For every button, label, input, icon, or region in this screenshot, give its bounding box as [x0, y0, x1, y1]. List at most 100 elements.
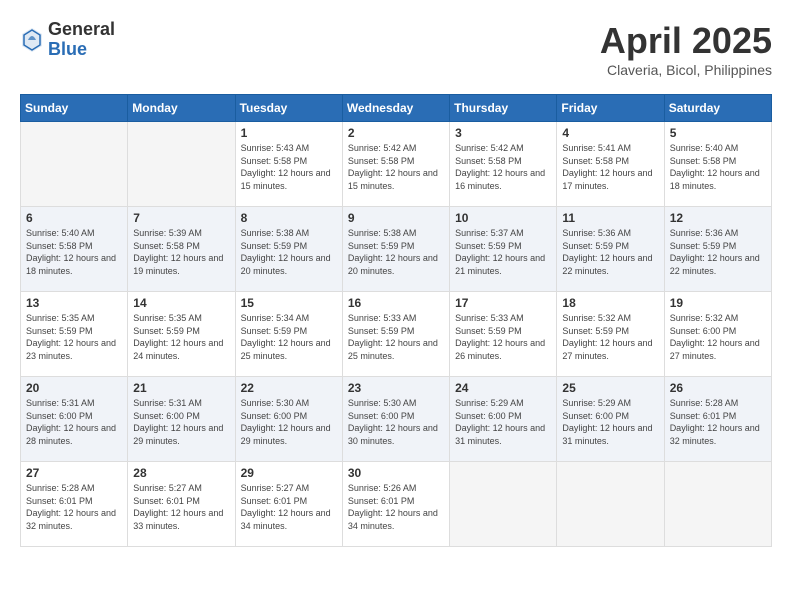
header: General Blue April 2025 Claveria, Bicol,… — [20, 20, 772, 78]
day-info: Sunrise: 5:28 AMSunset: 6:01 PMDaylight:… — [26, 482, 122, 532]
table-row: 7 Sunrise: 5:39 AMSunset: 5:58 PMDaylight… — [128, 207, 235, 292]
day-number: 17 — [455, 296, 551, 310]
day-info: Sunrise: 5:39 AMSunset: 5:58 PMDaylight:… — [133, 227, 229, 277]
day-number: 27 — [26, 466, 122, 480]
table-row: 25 Sunrise: 5:29 AMSunset: 6:00 PMDayligh… — [557, 377, 664, 462]
day-info: Sunrise: 5:27 AMSunset: 6:01 PMDaylight:… — [241, 482, 337, 532]
table-row: 6 Sunrise: 5:40 AMSunset: 5:58 PMDaylight… — [21, 207, 128, 292]
day-info: Sunrise: 5:42 AMSunset: 5:58 PMDaylight:… — [455, 142, 551, 192]
col-saturday: Saturday — [664, 95, 771, 122]
day-number: 16 — [348, 296, 444, 310]
day-number: 1 — [241, 126, 337, 140]
day-number: 28 — [133, 466, 229, 480]
table-row: 13Sunrise: 5:35 AMSunset: 5:59 PMDayligh… — [21, 292, 128, 377]
day-info: Sunrise: 5:26 AMSunset: 6:01 PMDaylight:… — [348, 482, 444, 532]
day-info: Sunrise: 5:36 AMSunset: 5:59 PMDaylight:… — [670, 227, 766, 277]
table-row — [128, 122, 235, 207]
day-number: 23 — [348, 381, 444, 395]
day-info: Sunrise: 5:38 AMSunset: 5:59 PMDaylight:… — [348, 227, 444, 277]
table-row: 24 Sunrise: 5:29 AMSunset: 6:00 PMDayligh… — [450, 377, 557, 462]
day-number: 2 — [348, 126, 444, 140]
calendar-row-1: 6 Sunrise: 5:40 AMSunset: 5:58 PMDaylight… — [21, 207, 772, 292]
day-info: Sunrise: 5:27 AMSunset: 6:01 PMDaylight:… — [133, 482, 229, 532]
day-number: 25 — [562, 381, 658, 395]
calendar-body: 1 Sunrise: 5:43 AMSunset: 5:58 PMDaylight… — [21, 122, 772, 547]
table-row: 28 Sunrise: 5:27 AMSunset: 6:01 PMDayligh… — [128, 462, 235, 547]
table-row: 29 Sunrise: 5:27 AMSunset: 6:01 PMDayligh… — [235, 462, 342, 547]
table-row: 30Sunrise: 5:26 AMSunset: 6:01 PMDayligh… — [342, 462, 449, 547]
day-info: Sunrise: 5:29 AMSunset: 6:00 PMDaylight:… — [455, 397, 551, 447]
col-monday: Monday — [128, 95, 235, 122]
table-row: 11Sunrise: 5:36 AMSunset: 5:59 PMDayligh… — [557, 207, 664, 292]
col-sunday: Sunday — [21, 95, 128, 122]
day-info: Sunrise: 5:33 AMSunset: 5:59 PMDaylight:… — [348, 312, 444, 362]
day-number: 24 — [455, 381, 551, 395]
day-number: 19 — [670, 296, 766, 310]
calendar-row-0: 1 Sunrise: 5:43 AMSunset: 5:58 PMDaylight… — [21, 122, 772, 207]
day-info: Sunrise: 5:36 AMSunset: 5:59 PMDaylight:… — [562, 227, 658, 277]
table-row: 26Sunrise: 5:28 AMSunset: 6:01 PMDayligh… — [664, 377, 771, 462]
day-number: 26 — [670, 381, 766, 395]
table-row: 15 Sunrise: 5:34 AMSunset: 5:59 PMDayligh… — [235, 292, 342, 377]
calendar-row-2: 13Sunrise: 5:35 AMSunset: 5:59 PMDayligh… — [21, 292, 772, 377]
day-info: Sunrise: 5:38 AMSunset: 5:59 PMDaylight:… — [241, 227, 337, 277]
logo-text: General Blue — [48, 20, 115, 60]
table-row: 4Sunrise: 5:41 AMSunset: 5:58 PMDaylight… — [557, 122, 664, 207]
day-info: Sunrise: 5:29 AMSunset: 6:00 PMDaylight:… — [562, 397, 658, 447]
day-number: 15 — [241, 296, 337, 310]
day-info: Sunrise: 5:40 AMSunset: 5:58 PMDaylight:… — [26, 227, 122, 277]
table-row — [450, 462, 557, 547]
day-number: 10 — [455, 211, 551, 225]
day-number: 3 — [455, 126, 551, 140]
table-row: 18 Sunrise: 5:32 AMSunset: 5:59 PMDayligh… — [557, 292, 664, 377]
day-number: 4 — [562, 126, 658, 140]
day-number: 18 — [562, 296, 658, 310]
day-info: Sunrise: 5:31 AMSunset: 6:00 PMDaylight:… — [26, 397, 122, 447]
day-info: Sunrise: 5:31 AMSunset: 6:00 PMDaylight:… — [133, 397, 229, 447]
logo-blue: Blue — [48, 40, 115, 60]
table-row: 21Sunrise: 5:31 AMSunset: 6:00 PMDayligh… — [128, 377, 235, 462]
table-row: 10 Sunrise: 5:37 AMSunset: 5:59 PMDayligh… — [450, 207, 557, 292]
day-number: 7 — [133, 211, 229, 225]
table-row: 19 Sunrise: 5:32 AMSunset: 6:00 PMDayligh… — [664, 292, 771, 377]
day-info: Sunrise: 5:43 AMSunset: 5:58 PMDaylight:… — [241, 142, 337, 192]
day-info: Sunrise: 5:32 AMSunset: 5:59 PMDaylight:… — [562, 312, 658, 362]
logo: General Blue — [20, 20, 115, 60]
logo-general: General — [48, 20, 115, 40]
day-number: 14 — [133, 296, 229, 310]
logo-icon — [20, 26, 44, 54]
table-row: 22 Sunrise: 5:30 AMSunset: 6:00 PMDayligh… — [235, 377, 342, 462]
month-year: April 2025 — [600, 20, 772, 62]
table-row: 5 Sunrise: 5:40 AMSunset: 5:58 PMDaylight… — [664, 122, 771, 207]
table-row: 12 Sunrise: 5:36 AMSunset: 5:59 PMDayligh… — [664, 207, 771, 292]
table-row: 27 Sunrise: 5:28 AMSunset: 6:01 PMDayligh… — [21, 462, 128, 547]
day-info: Sunrise: 5:40 AMSunset: 5:58 PMDaylight:… — [670, 142, 766, 192]
table-row — [21, 122, 128, 207]
day-number: 20 — [26, 381, 122, 395]
day-info: Sunrise: 5:30 AMSunset: 6:00 PMDaylight:… — [241, 397, 337, 447]
day-info: Sunrise: 5:34 AMSunset: 5:59 PMDaylight:… — [241, 312, 337, 362]
day-number: 29 — [241, 466, 337, 480]
table-row — [557, 462, 664, 547]
day-number: 5 — [670, 126, 766, 140]
table-row: 1 Sunrise: 5:43 AMSunset: 5:58 PMDaylight… — [235, 122, 342, 207]
calendar-header-row: Sunday Monday Tuesday Wednesday Thursday… — [21, 95, 772, 122]
table-row: 20 Sunrise: 5:31 AMSunset: 6:00 PMDayligh… — [21, 377, 128, 462]
day-info: Sunrise: 5:33 AMSunset: 5:59 PMDaylight:… — [455, 312, 551, 362]
calendar-row-4: 27 Sunrise: 5:28 AMSunset: 6:01 PMDayligh… — [21, 462, 772, 547]
day-number: 12 — [670, 211, 766, 225]
day-number: 9 — [348, 211, 444, 225]
table-row: 17 Sunrise: 5:33 AMSunset: 5:59 PMDayligh… — [450, 292, 557, 377]
col-tuesday: Tuesday — [235, 95, 342, 122]
calendar: Sunday Monday Tuesday Wednesday Thursday… — [20, 94, 772, 547]
col-friday: Friday — [557, 95, 664, 122]
table-row: 16 Sunrise: 5:33 AMSunset: 5:59 PMDayligh… — [342, 292, 449, 377]
day-info: Sunrise: 5:35 AMSunset: 5:59 PMDaylight:… — [133, 312, 229, 362]
day-info: Sunrise: 5:30 AMSunset: 6:00 PMDaylight:… — [348, 397, 444, 447]
day-info: Sunrise: 5:32 AMSunset: 6:00 PMDaylight:… — [670, 312, 766, 362]
day-number: 6 — [26, 211, 122, 225]
col-wednesday: Wednesday — [342, 95, 449, 122]
day-info: Sunrise: 5:37 AMSunset: 5:59 PMDaylight:… — [455, 227, 551, 277]
day-number: 22 — [241, 381, 337, 395]
day-info: Sunrise: 5:35 AMSunset: 5:59 PMDaylight:… — [26, 312, 122, 362]
